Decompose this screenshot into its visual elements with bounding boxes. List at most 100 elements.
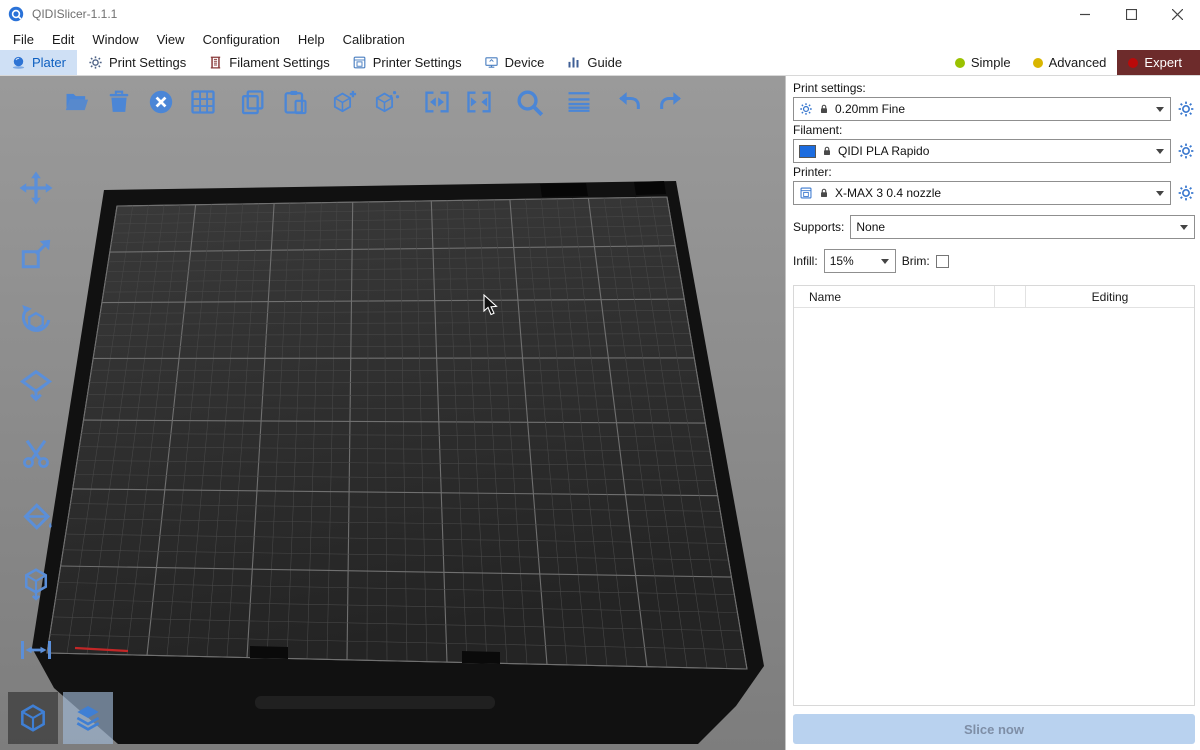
supports-value: None <box>856 220 885 234</box>
move-icon <box>18 170 54 206</box>
split-objects-icon <box>423 88 451 116</box>
plater-toolbar <box>56 82 692 122</box>
minimize-button[interactable] <box>1062 0 1108 28</box>
place-on-face-tool-button[interactable] <box>8 360 64 412</box>
tab-print-settings[interactable]: Print Settings <box>77 50 197 75</box>
object-list[interactable]: Name Editing <box>793 285 1195 706</box>
sidebar: Print settings: 0.20mm Fine Filament: QI… <box>785 76 1200 750</box>
chevron-down-icon <box>1174 216 1194 238</box>
view-switch <box>8 692 113 744</box>
printer-gear-button[interactable] <box>1177 184 1195 202</box>
brim-label: Brim: <box>902 254 930 268</box>
cut-icon <box>18 434 54 470</box>
preview-view-button[interactable] <box>63 692 113 744</box>
tab-filament-settings[interactable]: Filament Settings <box>197 50 340 75</box>
printer-icon <box>352 55 367 70</box>
maximize-button[interactable] <box>1108 0 1154 28</box>
undo-button[interactable] <box>608 82 650 122</box>
name-column-header: Name <box>794 290 994 304</box>
gear-icon <box>88 55 103 70</box>
delete-all-button[interactable] <box>140 82 182 122</box>
menu-calibration[interactable]: Calibration <box>334 32 414 47</box>
chevron-down-icon <box>1150 98 1170 120</box>
filament-combo[interactable]: QIDI PLA Rapido <box>793 139 1171 163</box>
infill-combo[interactable]: 15% <box>824 249 896 273</box>
split-parts-icon <box>465 88 493 116</box>
tab-label: Guide <box>587 55 622 70</box>
3d-viewport[interactable] <box>0 76 785 750</box>
menu-help[interactable]: Help <box>289 32 334 47</box>
preset-gear-icon <box>799 102 813 116</box>
lock-icon <box>818 187 830 199</box>
remove-instance-icon <box>373 88 401 116</box>
supports-combo[interactable]: None <box>850 215 1195 239</box>
copy-icon <box>239 88 267 116</box>
cube-icon <box>17 702 49 734</box>
split-to-parts-button[interactable] <box>458 82 500 122</box>
mode-expert[interactable]: Expert <box>1117 50 1200 75</box>
rotate-icon <box>18 302 54 338</box>
printer-combo[interactable]: X-MAX 3 0.4 nozzle <box>793 181 1171 205</box>
gizmo-toolbar <box>8 162 64 676</box>
arrange-button[interactable] <box>182 82 224 122</box>
chevron-down-icon <box>1150 140 1170 162</box>
3d-editor-view-button[interactable] <box>8 692 58 744</box>
lock-icon <box>821 145 833 157</box>
copy-button[interactable] <box>232 82 274 122</box>
redo-icon <box>657 88 685 116</box>
paste-button[interactable] <box>274 82 316 122</box>
tab-plater[interactable]: Plater <box>0 50 77 75</box>
open-folder-icon <box>63 88 91 116</box>
title-bar: QIDISlicer-1.1.1 <box>0 0 1200 28</box>
delete-button[interactable] <box>98 82 140 122</box>
mode-simple[interactable]: Simple <box>944 50 1022 75</box>
supports-label: Supports: <box>793 220 844 234</box>
close-button[interactable] <box>1154 0 1200 28</box>
cut-tool-button[interactable] <box>8 426 64 478</box>
tab-device[interactable]: Device <box>473 50 556 75</box>
measure-icon <box>18 566 54 602</box>
layers-icon <box>72 702 104 734</box>
tab-label: Filament Settings <box>229 55 329 70</box>
open-button[interactable] <box>56 82 98 122</box>
undo-icon <box>615 88 643 116</box>
rotate-tool-button[interactable] <box>8 294 64 346</box>
print-bed[interactable] <box>0 76 785 750</box>
tab-printer-settings[interactable]: Printer Settings <box>341 50 473 75</box>
object-list-body[interactable] <box>794 308 1194 705</box>
filament-gear-button[interactable] <box>1177 142 1195 160</box>
print-settings-value: 0.20mm Fine <box>835 102 905 116</box>
print-settings-combo[interactable]: 0.20mm Fine <box>793 97 1171 121</box>
mode-advanced[interactable]: Advanced <box>1022 50 1118 75</box>
print-settings-gear-button[interactable] <box>1177 100 1195 118</box>
variable-layer-height-button[interactable] <box>558 82 600 122</box>
device-icon <box>484 55 499 70</box>
filament-label: Filament: <box>793 123 1195 137</box>
ruler-tool-button[interactable] <box>8 624 64 676</box>
remove-instance-button[interactable] <box>366 82 408 122</box>
app-logo-icon <box>8 6 24 22</box>
paint-supports-tool-button[interactable] <box>8 492 64 544</box>
lock-icon <box>818 103 830 115</box>
scale-tool-button[interactable] <box>8 228 64 280</box>
brim-checkbox[interactable] <box>936 255 949 268</box>
print-settings-label: Print settings: <box>793 81 1195 95</box>
filament-value: QIDI PLA Rapido <box>838 144 929 158</box>
slice-now-button[interactable]: Slice now <box>793 714 1195 744</box>
search-button[interactable] <box>508 82 550 122</box>
arrange-icon <box>189 88 217 116</box>
split-to-objects-button[interactable] <box>416 82 458 122</box>
qidislicer-window: QIDISlicer-1.1.1 File Edit Window View C… <box>0 0 1200 750</box>
move-tool-button[interactable] <box>8 162 64 214</box>
add-instance-button[interactable] <box>324 82 366 122</box>
redo-button[interactable] <box>650 82 692 122</box>
menu-configuration[interactable]: Configuration <box>194 32 289 47</box>
mode-label: Expert <box>1144 55 1182 70</box>
guide-icon <box>566 55 581 70</box>
menu-window[interactable]: Window <box>83 32 147 47</box>
menu-edit[interactable]: Edit <box>43 32 83 47</box>
menu-view[interactable]: View <box>148 32 194 47</box>
measure-tool-button[interactable] <box>8 558 64 610</box>
menu-file[interactable]: File <box>4 32 43 47</box>
tab-guide[interactable]: Guide <box>555 50 633 75</box>
